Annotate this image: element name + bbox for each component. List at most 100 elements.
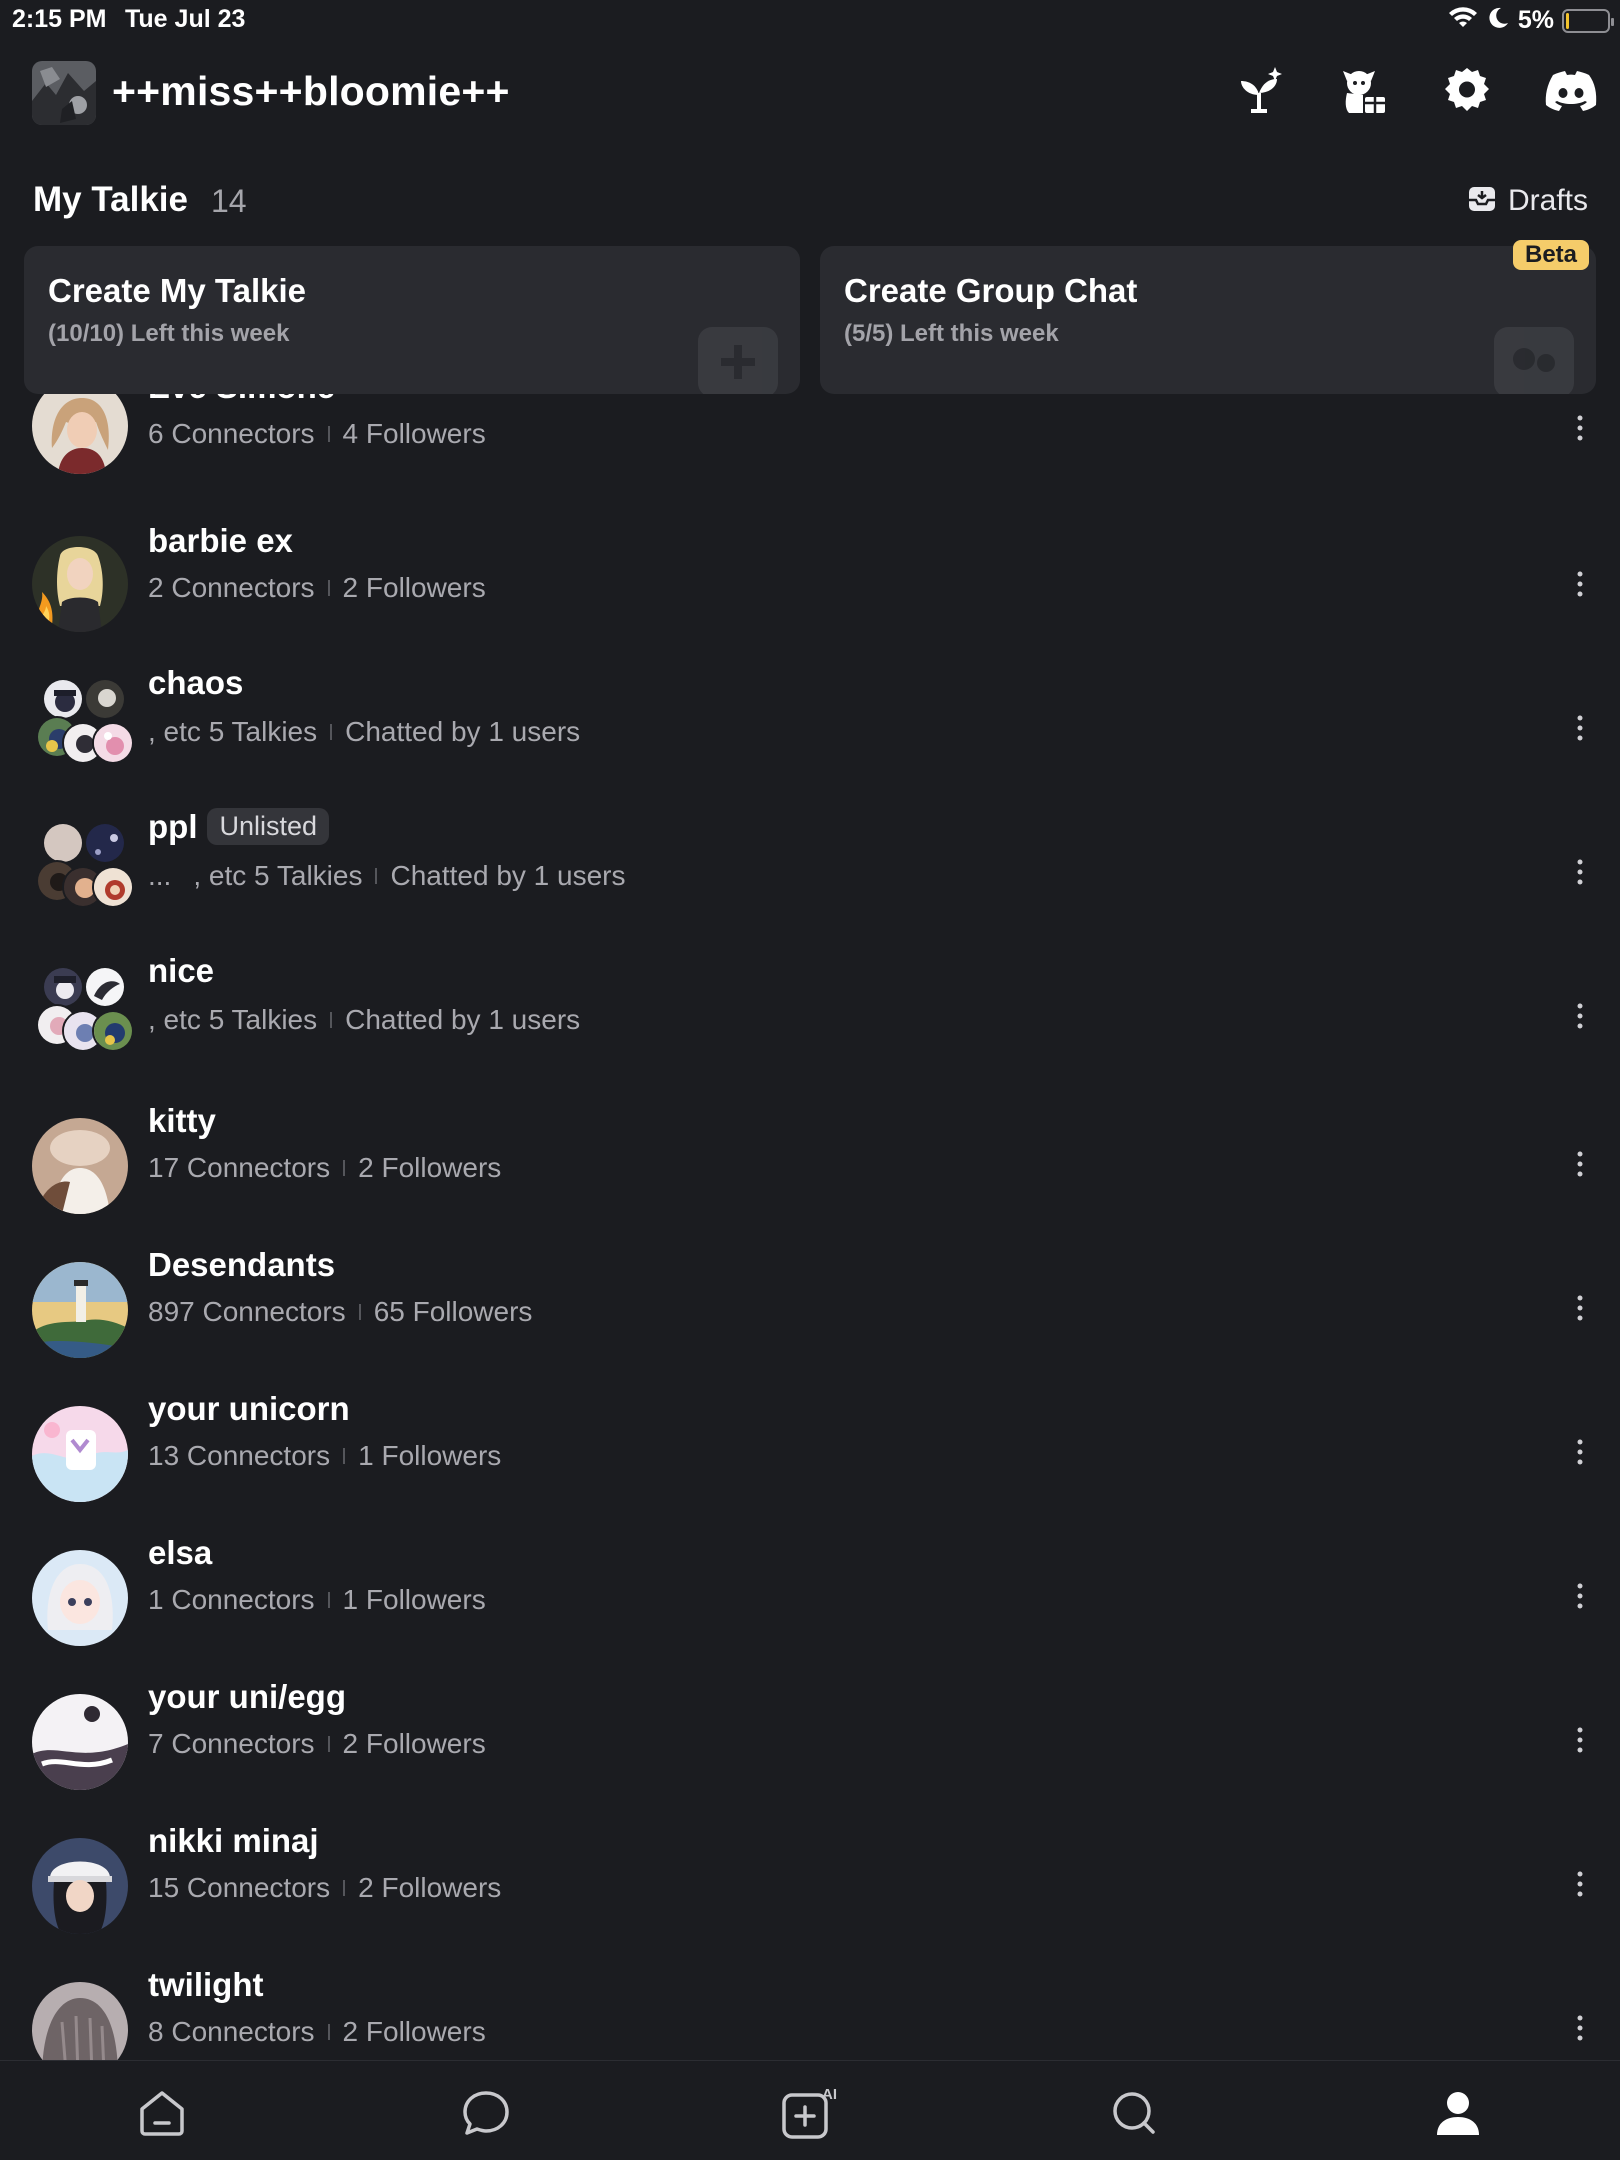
talkie-meta: 7 Connectors 2 Followers xyxy=(148,1728,486,1760)
group-member-avatar xyxy=(42,822,84,864)
followers-count: 4 Followers xyxy=(342,418,486,449)
chatted-by-count: Chatted by 1 users xyxy=(390,860,626,891)
sparkle-plant-icon[interactable] xyxy=(1232,64,1286,118)
create-group-watermark-icon xyxy=(1484,307,1584,394)
talkie-row-chaos[interactable]: chaos , etc 5 Talkies Chatted by 1 users xyxy=(0,664,1620,826)
more-options-icon[interactable] xyxy=(1562,1578,1598,1614)
talkie-name: twilight xyxy=(148,1966,264,2003)
talkie-name: chaos xyxy=(148,664,244,701)
more-options-icon[interactable] xyxy=(1562,1866,1598,1902)
group-member-avatar xyxy=(92,866,134,908)
talkie-count: 14 xyxy=(211,183,247,219)
status-time: 2:15 PM xyxy=(12,5,107,33)
connectors-count: 2 Connectors xyxy=(148,572,315,603)
drafts-button[interactable]: Drafts xyxy=(1468,184,1588,218)
talkie-row-nikki-minaj[interactable]: nikki minaj 15 Connectors 2 Followers xyxy=(0,1822,1620,1978)
more-options-icon[interactable] xyxy=(1562,1290,1598,1326)
more-options-icon[interactable] xyxy=(1562,854,1598,890)
talkie-name: your unicorn xyxy=(148,1390,350,1427)
talkie-meta: 15 Connectors 2 Followers xyxy=(148,1872,501,1904)
talkie-row-nice[interactable]: nice , etc 5 Talkies Chatted by 1 users xyxy=(0,952,1620,1114)
gear-icon[interactable] xyxy=(1440,64,1494,118)
talkie-name: elsa xyxy=(148,1534,213,1571)
talkie-avatar xyxy=(32,1262,128,1358)
home-icon[interactable] xyxy=(132,2083,192,2143)
talkie-avatar xyxy=(32,536,128,632)
talkie-row-barbie-ex[interactable]: barbie ex 2 Connectors 2 Followers xyxy=(0,522,1620,682)
battery-icon xyxy=(1562,8,1614,33)
group-member-avatar xyxy=(42,966,84,1008)
talkie-row-your-uni-egg[interactable]: your uni/egg 7 Connectors 2 Followers xyxy=(0,1678,1620,1834)
create-group-chat-card[interactable]: Create Group Chat (5/5) Left this week xyxy=(820,246,1596,394)
discord-icon[interactable] xyxy=(1544,64,1598,118)
chatted-by-count: Chatted by 1 users xyxy=(345,1004,581,1035)
more-options-icon[interactable] xyxy=(1562,1146,1598,1182)
create-group-chat-title: Create Group Chat xyxy=(844,272,1138,309)
create-talkie-quota: (10/10) Left this week xyxy=(48,320,290,347)
group-member-avatar xyxy=(84,966,126,1008)
header-actions xyxy=(1232,64,1598,118)
talkie-name: Eve Simone xyxy=(148,394,335,406)
talkie-meta: 2 Connectors 2 Followers xyxy=(148,572,486,604)
more-options-icon[interactable] xyxy=(1562,1722,1598,1758)
more-options-icon[interactable] xyxy=(1562,410,1598,446)
section-title: My Talkie xyxy=(33,180,188,219)
create-talkie-card[interactable]: Create My Talkie (10/10) Left this week xyxy=(24,246,800,394)
more-options-icon[interactable] xyxy=(1562,566,1598,602)
talkie-row-ppl[interactable]: ppl Unlisted ... , etc 5 Talkies Chatted by… xyxy=(0,807,1620,970)
talkie-meta: , etc 5 Talkies Chatted by 1 users xyxy=(148,1004,580,1036)
drafts-icon xyxy=(1468,186,1496,217)
talkie-name: barbie ex xyxy=(148,522,293,559)
character-gift-icon[interactable] xyxy=(1336,64,1390,118)
app-root: 2:15 PM Tue Jul 23 5% ++miss++bloomie++ xyxy=(0,0,1620,2160)
battery-percent: 5% xyxy=(1517,6,1554,34)
chatted-by-count: Chatted by 1 users xyxy=(345,716,581,747)
talkie-row-your-unicorn[interactable]: your unicorn 13 Connectors 1 Followers xyxy=(0,1390,1620,1546)
talkie-meta: 17 Connectors 2 Followers xyxy=(148,1152,501,1184)
talkie-meta: 6 Connectors 4 Followers xyxy=(148,418,486,450)
talkie-name: nikki minaj xyxy=(148,1822,319,1859)
status-right: 5% xyxy=(1448,6,1614,35)
talkie-avatar xyxy=(32,394,128,474)
connectors-count: 6 Connectors xyxy=(148,418,315,449)
talkies-count: , etc 5 Talkies xyxy=(148,716,318,747)
group-member-avatar xyxy=(92,1010,134,1052)
ai-badge: AI xyxy=(822,2086,837,2103)
my-talkie-section-header: My Talkie 14 Drafts xyxy=(0,178,1620,228)
search-icon[interactable] xyxy=(1104,2083,1164,2143)
talkie-avatar xyxy=(32,1838,128,1934)
followers-count: 2 Followers xyxy=(342,1728,486,1759)
create-group-chat-quota: (5/5) Left this week xyxy=(844,320,1059,347)
followers-count: 2 Followers xyxy=(358,1152,502,1183)
followers-count: 1 Followers xyxy=(358,1440,502,1471)
talkie-row-elsa[interactable]: elsa 1 Connectors 1 Followers xyxy=(0,1534,1620,1690)
talkie-name: your uni/egg xyxy=(148,1678,346,1715)
talkie-name: ppl xyxy=(148,808,198,845)
talkie-meta: , etc 5 Talkies Chatted by 1 users xyxy=(148,716,580,748)
chat-bubble-icon[interactable] xyxy=(456,2083,516,2143)
talkie-name: nice xyxy=(148,952,215,989)
talkie-name: kitty xyxy=(148,1102,216,1139)
profile-icon[interactable] xyxy=(1428,2083,1488,2143)
followers-count: 2 Followers xyxy=(342,2016,486,2047)
profile-header: ++miss++bloomie++ xyxy=(0,58,1620,128)
talkie-row-eve-simone[interactable]: Eve Simone 6 Connectors 4 Followers xyxy=(0,394,1620,500)
talkie-row-kitty[interactable]: kitty 17 Connectors 2 Followers xyxy=(0,1102,1620,1258)
group-member-avatar xyxy=(84,678,126,720)
profile-name: ++miss++bloomie++ xyxy=(112,68,510,114)
group-member-avatar xyxy=(42,678,84,720)
more-options-icon[interactable] xyxy=(1562,1434,1598,1470)
create-ai-icon[interactable]: AI xyxy=(780,2083,840,2143)
talkie-avatar xyxy=(32,1982,128,2060)
more-options-icon[interactable] xyxy=(1562,998,1598,1034)
talkies-count: , etc 5 Talkies xyxy=(148,1004,318,1035)
talkie-row-twilight[interactable]: twilight 8 Connectors 2 Followers xyxy=(0,1966,1620,2060)
followers-count: 65 Followers xyxy=(373,1296,533,1327)
talkie-row-desendants[interactable]: Desendants 897 Connectors 65 Followers xyxy=(0,1246,1620,1402)
more-options-icon[interactable] xyxy=(1562,710,1598,746)
talkie-meta: 13 Connectors 1 Followers xyxy=(148,1440,501,1472)
group-avatar-stack xyxy=(32,816,136,920)
connectors-count: 17 Connectors xyxy=(148,1152,331,1183)
more-options-icon[interactable] xyxy=(1562,2010,1598,2046)
profile-avatar[interactable] xyxy=(32,61,96,125)
